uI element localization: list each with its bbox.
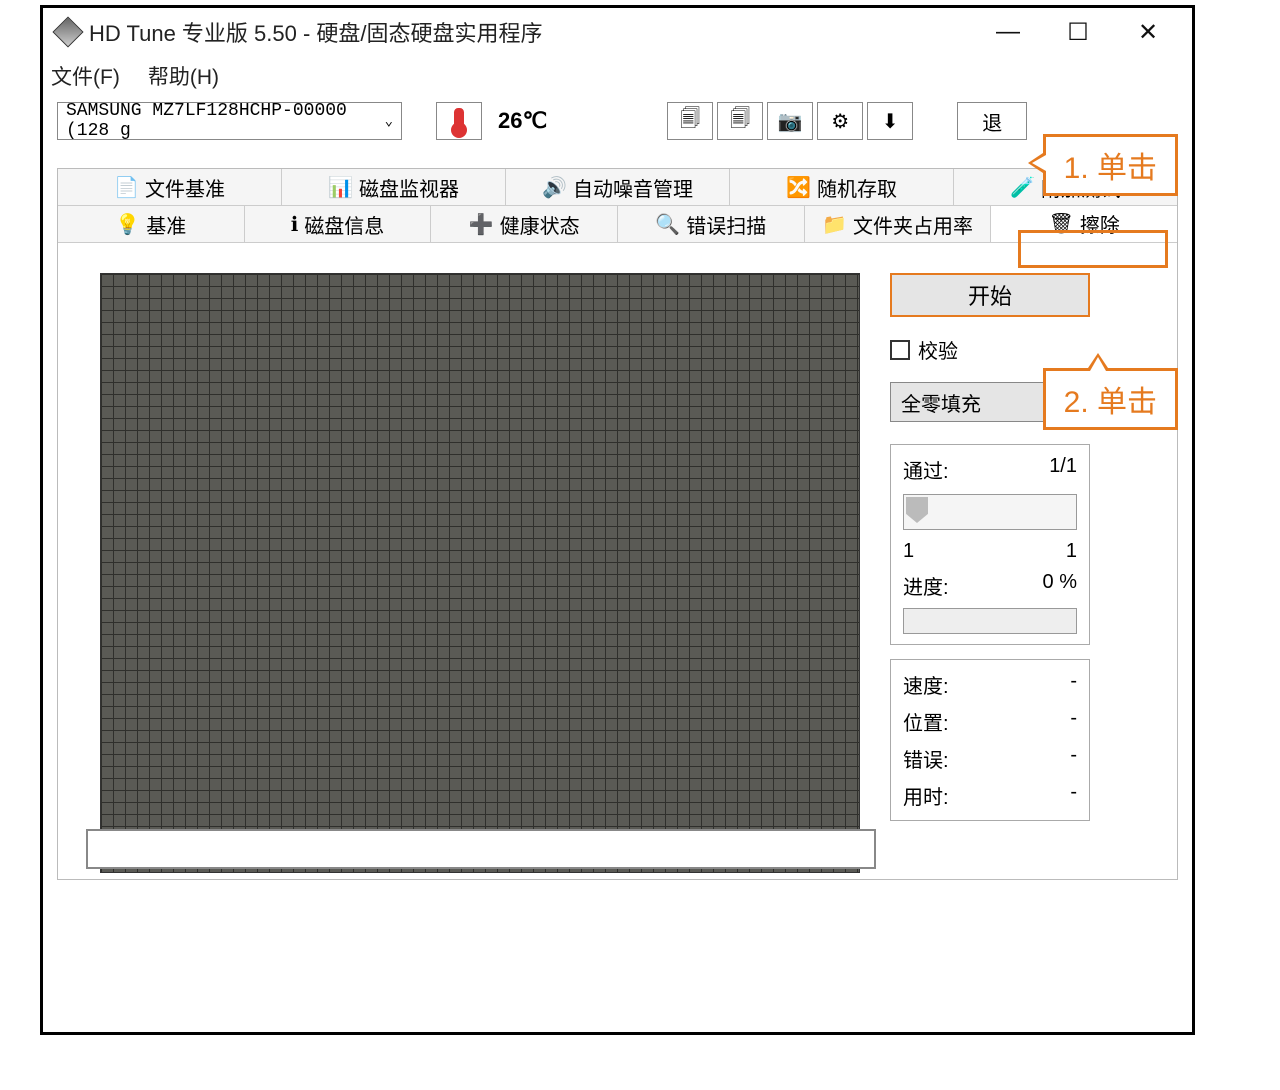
speed-label: 速度:	[903, 670, 949, 699]
tab-random-access[interactable]: 🔀随机存取	[730, 169, 954, 205]
time-value: -	[1070, 781, 1077, 810]
time-label: 用时:	[903, 781, 949, 810]
verify-label: 校验	[918, 335, 958, 364]
copy-info-icon: 🗐	[730, 104, 750, 138]
folder-icon: 📁	[822, 212, 847, 237]
maximize-button[interactable]: ☐	[1058, 17, 1098, 47]
tab-disk-monitor[interactable]: 📊磁盘监视器	[282, 169, 506, 205]
toolbar: SAMSUNG MZ7LF128HCHP-00000 (128 g ⌄ 26℃ …	[43, 96, 1192, 146]
close-button[interactable]: ✕	[1128, 17, 1168, 47]
callout-step1: 1. 单击	[1043, 134, 1178, 196]
copy-text-button[interactable]: 🗐	[667, 102, 713, 140]
minimize-button[interactable]: —	[988, 17, 1028, 47]
file-benchmark-icon: 📄	[114, 175, 139, 200]
tab-benchmark[interactable]: 💡基准	[58, 206, 245, 242]
tab-info[interactable]: ℹ磁盘信息	[245, 206, 432, 242]
monitor-icon: 📊	[328, 175, 353, 200]
erase-map-grid	[100, 273, 860, 873]
tab-folder-usage[interactable]: 📁文件夹占用率	[805, 206, 992, 242]
temperature-value: 26℃	[498, 108, 547, 134]
title-bar: HD Tune 专业版 5.50 - 硬盘/固态硬盘实用程序 — ☐ ✕	[43, 8, 1192, 56]
trash-icon: 🗑	[1049, 211, 1074, 236]
copy-icon: 🗐	[680, 104, 700, 138]
tab-file-benchmark[interactable]: 📄文件基准	[58, 169, 282, 205]
range-high: 1	[1066, 540, 1077, 563]
tab-container: 📄文件基准 📊磁盘监视器 🔊自动噪音管理 🔀随机存取 🧪附加测试 💡基准 ℹ磁盘…	[57, 168, 1178, 880]
menu-help[interactable]: 帮助(H)	[148, 61, 219, 91]
progress-value: 0 %	[1043, 571, 1077, 600]
position-label: 位置:	[903, 707, 949, 736]
position-value: -	[1070, 707, 1077, 736]
screenshot-button[interactable]: 📷	[767, 102, 813, 140]
errors-value: -	[1070, 744, 1077, 773]
range-low: 1	[903, 540, 914, 563]
exit-label: 退	[982, 107, 1002, 136]
status-input[interactable]	[86, 829, 876, 869]
pass-panel: 通过: 1/1 1 1 进度: 0 %	[890, 444, 1090, 645]
random-icon: 🔀	[786, 175, 811, 200]
menu-bar: 文件(F) 帮助(H)	[43, 56, 1192, 96]
app-icon	[52, 16, 83, 47]
copy-info-button[interactable]: 🗐	[717, 102, 763, 140]
download-icon: ⬇	[882, 109, 899, 134]
verify-checkbox[interactable]	[890, 340, 910, 360]
callout-step2: 2. 单击	[1043, 368, 1178, 430]
extra-icon: 🧪	[1010, 175, 1035, 200]
thermometer-icon	[454, 108, 464, 134]
speed-value: -	[1070, 670, 1077, 699]
window-title: HD Tune 专业版 5.50 - 硬盘/固态硬盘实用程序	[89, 16, 988, 48]
slider-thumb[interactable]	[906, 497, 928, 523]
drive-select-text: SAMSUNG MZ7LF128HCHP-00000 (128 g	[66, 101, 385, 141]
pass-value: 1/1	[1049, 455, 1077, 484]
progress-label: 进度:	[903, 571, 949, 600]
drive-select[interactable]: SAMSUNG MZ7LF128HCHP-00000 (128 g ⌄	[57, 102, 402, 140]
tab-error-scan[interactable]: 🔍错误扫描	[618, 206, 805, 242]
stats-panel: 速度: - 位置: - 错误: - 用时: -	[890, 659, 1090, 821]
menu-file[interactable]: 文件(F)	[51, 61, 120, 91]
tab-erase[interactable]: 🗑擦除	[991, 206, 1177, 242]
sound-icon: 🔊	[542, 175, 567, 200]
save-button[interactable]: ⬇	[867, 102, 913, 140]
start-button[interactable]: 开始	[890, 273, 1090, 317]
search-icon: 🔍	[655, 212, 680, 237]
temperature-button[interactable]	[436, 102, 482, 140]
camera-icon: 📷	[778, 109, 803, 134]
bulb-icon: 💡	[115, 212, 140, 237]
options-button[interactable]: ⚙	[817, 102, 863, 140]
progress-bar	[903, 608, 1077, 634]
pass-label: 通过:	[903, 455, 949, 484]
exit-button[interactable]: 退	[957, 102, 1027, 140]
tab-health[interactable]: ➕健康状态	[431, 206, 618, 242]
errors-label: 错误:	[903, 744, 949, 773]
health-icon: ➕	[469, 212, 494, 237]
tab-aam[interactable]: 🔊自动噪音管理	[506, 169, 730, 205]
info-icon: ℹ	[291, 212, 299, 237]
pass-slider[interactable]	[903, 494, 1077, 530]
gear-icon: ⚙	[831, 109, 849, 134]
chevron-down-icon: ⌄	[385, 113, 393, 130]
